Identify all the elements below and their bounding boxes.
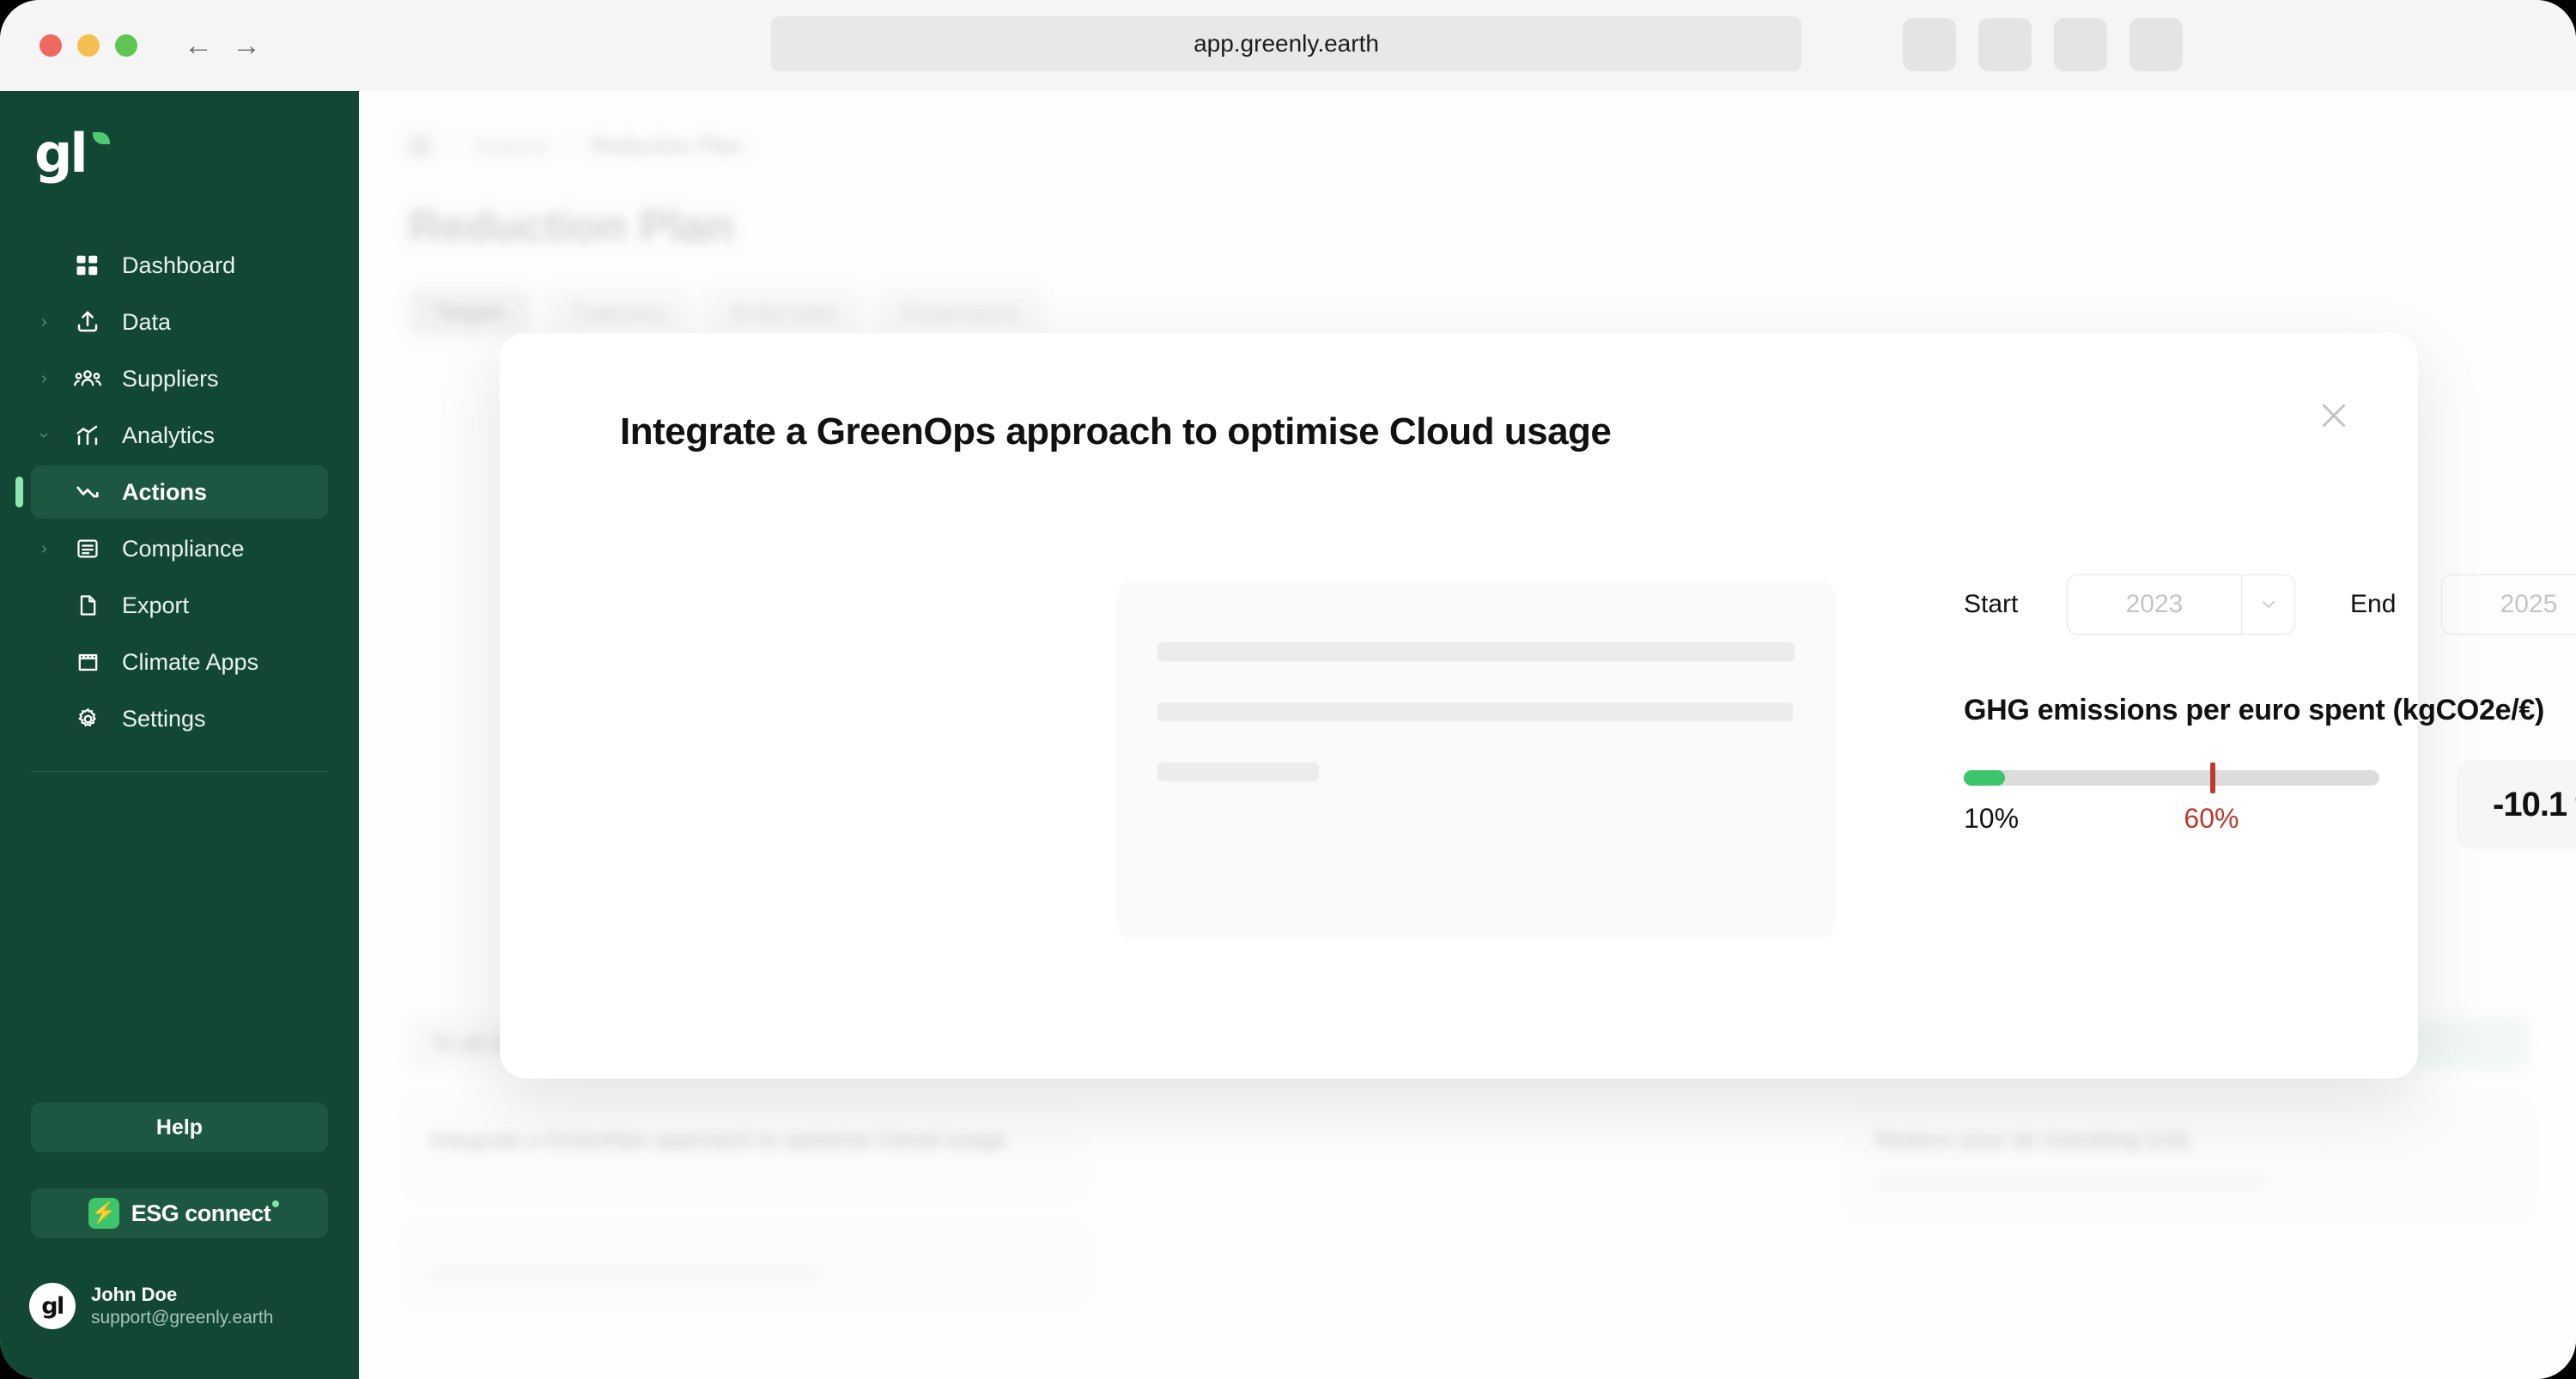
sidebar-item-settings[interactable]: Settings xyxy=(31,692,328,745)
sidebar-item-label: Settings xyxy=(122,705,206,732)
slider-target-marker[interactable] xyxy=(2210,762,2216,793)
user-profile[interactable]: gl John Doe support@greenly.earth xyxy=(29,1283,359,1329)
modal-title: Integrate a GreenOps approach to optimis… xyxy=(620,410,1612,453)
start-year-select[interactable]: 2023 xyxy=(2067,574,2295,635)
sidebar-item-suppliers[interactable]: › Suppliers xyxy=(31,352,328,405)
sidebar-item-label: Actions xyxy=(122,478,208,505)
help-button-label: Help xyxy=(155,1115,204,1139)
impact-value: -10.1 tCO2e xyxy=(2493,785,2576,823)
toolbar-button-1[interactable] xyxy=(1903,18,1956,71)
store-icon xyxy=(70,647,105,677)
slider-labels: 10% 60% xyxy=(1964,803,2379,837)
reduction-slider[interactable]: 10% 60% xyxy=(1964,760,2402,837)
slider-track[interactable] xyxy=(1964,762,2379,793)
slider-target-label: 60% xyxy=(2184,803,2239,834)
metric-row: 10% 60% -10.1 tCO2e xyxy=(1964,760,2576,849)
sidebar-item-dashboard[interactable]: Dashboard xyxy=(31,239,328,292)
skeleton-line xyxy=(1157,762,1319,781)
description-skeleton-card xyxy=(1116,580,1836,939)
start-year-label: Start xyxy=(1964,590,2019,618)
browser-window: ← → app.greenly.earth gl Dashboard › Dat… xyxy=(0,0,2576,1379)
greenly-logo[interactable]: gl xyxy=(34,127,110,180)
document-list-icon xyxy=(70,534,105,563)
upload-icon xyxy=(70,307,105,337)
period-selector-row: Start 2023 End 2025 xyxy=(1964,574,2576,635)
chevron-down-icon xyxy=(2241,575,2294,634)
sidebar: gl Dashboard › Data › Suppliers › Analyt… xyxy=(0,91,359,1379)
sidebar-item-label: Data xyxy=(122,308,172,335)
help-button[interactable]: Help xyxy=(31,1103,328,1152)
gear-icon xyxy=(70,704,105,733)
avatar: gl xyxy=(29,1283,76,1329)
address-bar[interactable]: app.greenly.earth xyxy=(771,16,1801,71)
sidebar-item-label: Compliance xyxy=(122,535,245,562)
back-button[interactable]: ← xyxy=(184,31,213,60)
sidebar-item-export[interactable]: Export xyxy=(31,579,328,632)
maximize-window-button[interactable] xyxy=(115,34,137,57)
chevron-right-icon[interactable]: › xyxy=(41,313,47,331)
grid-icon xyxy=(70,251,105,280)
action-detail-modal: Integrate a GreenOps approach to optimis… xyxy=(500,333,2576,1078)
forward-button[interactable]: → xyxy=(232,31,261,60)
slider-fill xyxy=(1964,770,2006,786)
start-year-value: 2023 xyxy=(2125,590,2184,618)
toolbar-button-3[interactable] xyxy=(2054,18,2107,71)
sidebar-item-label: Suppliers xyxy=(122,365,219,392)
sidebar-item-climate-apps[interactable]: Climate Apps xyxy=(31,635,328,689)
file-icon xyxy=(70,591,105,620)
user-name: John Doe xyxy=(91,1284,178,1306)
skeleton-line xyxy=(1157,702,1793,721)
user-meta: John Doe support@greenly.earth xyxy=(91,1283,273,1329)
window-traffic-lights xyxy=(39,34,137,57)
sidebar-item-data[interactable]: › Data xyxy=(31,295,328,349)
minimize-window-button[interactable] xyxy=(77,34,100,57)
esg-connect-button[interactable]: ⚡ ESG connect xyxy=(31,1188,328,1238)
end-year-value: 2025 xyxy=(2500,590,2558,618)
sidebar-item-label: Analytics xyxy=(122,422,216,448)
browser-toolbar-buttons xyxy=(1903,18,2183,71)
user-email: support@greenly.earth xyxy=(91,1307,274,1327)
active-indicator xyxy=(15,477,23,507)
chevron-right-icon[interactable]: › xyxy=(41,370,47,387)
trend-down-icon xyxy=(70,477,105,507)
esg-connect-label: ESG connect xyxy=(131,1200,279,1226)
skeleton-line xyxy=(1157,642,1795,661)
sidebar-item-compliance[interactable]: › Compliance xyxy=(31,522,328,575)
analytics-icon xyxy=(70,421,105,450)
impact-badge: -10.1 tCO2e xyxy=(2457,760,2576,849)
end-year-select[interactable]: 2025 xyxy=(2441,574,2576,635)
sidebar-item-actions[interactable]: Actions xyxy=(15,465,328,519)
sidebar-item-label: Climate Apps xyxy=(122,648,259,675)
close-window-button[interactable] xyxy=(39,34,62,57)
end-year-label: End xyxy=(2350,590,2397,618)
people-icon xyxy=(70,364,105,393)
sidebar-nav: Dashboard › Data › Suppliers › Analytics… xyxy=(0,239,359,749)
browser-chrome: ← → app.greenly.earth xyxy=(0,0,2576,91)
toolbar-button-2[interactable] xyxy=(1978,18,2032,71)
close-icon[interactable] xyxy=(2310,392,2358,440)
slider-current-label: 10% xyxy=(1964,803,2020,834)
sidebar-item-analytics[interactable]: › Analytics xyxy=(31,409,328,462)
chevron-right-icon[interactable]: › xyxy=(41,540,47,557)
lightning-icon: ⚡ xyxy=(88,1198,119,1229)
sidebar-item-label: Dashboard xyxy=(122,252,236,278)
browser-navigation: ← → xyxy=(184,31,261,60)
modal-right-panel: Start 2023 End 2025 GHG emissions per eu… xyxy=(1964,574,2576,849)
metric-title: GHG emissions per euro spent (kgCO2e/€) xyxy=(1964,694,2545,726)
sidebar-item-label: Export xyxy=(122,592,190,618)
toolbar-button-4[interactable] xyxy=(2129,18,2183,71)
address-bar-text: app.greenly.earth xyxy=(1194,30,1379,57)
chevron-down-icon[interactable]: › xyxy=(34,433,53,439)
